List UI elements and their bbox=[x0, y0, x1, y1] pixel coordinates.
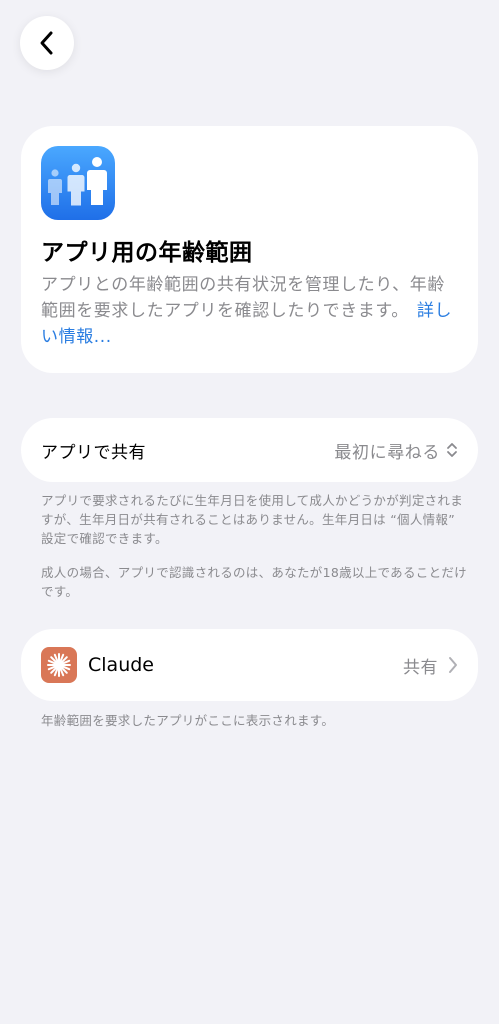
share-with-apps-label: アプリで共有 bbox=[41, 442, 146, 463]
people-icon bbox=[41, 146, 115, 220]
share-setting-selector[interactable]: 最初に尋ねる bbox=[334, 438, 458, 463]
share-with-apps-row[interactable]: アプリで共有 最初に尋ねる bbox=[21, 418, 478, 482]
intro-description-text: アプリとの年齢範囲の共有状況を管理したり、年齢範囲を要求したアプリを確認したりで… bbox=[41, 275, 445, 321]
chevron-right-icon bbox=[448, 656, 458, 674]
apps-footnote: 年齢範囲を要求したアプリがここに表示されます。 bbox=[41, 713, 335, 728]
page-title: アプリ用の年齢範囲 bbox=[41, 240, 253, 266]
app-row-left: Claude bbox=[41, 647, 154, 683]
intro-card: アプリ用の年齢範囲 アプリとの年齢範囲の共有状況を管理したり、年齢範囲を要求した… bbox=[21, 126, 478, 373]
app-share-status: 共有 bbox=[403, 657, 438, 678]
back-button[interactable] bbox=[20, 16, 74, 70]
share-setting-value: 最初に尋ねる bbox=[334, 442, 440, 463]
claude-logo-icon bbox=[41, 647, 77, 683]
share-info-footnote-2: 成人の場合、アプリで認識されるのは、あなたが18歳以上であることだけです。 bbox=[41, 565, 467, 599]
chevron-left-icon bbox=[40, 31, 53, 55]
up-down-chevron-icon bbox=[446, 441, 458, 459]
share-info-footnote-1: アプリで要求されるたびに生年月日を使用して成人かどうかが判定されますが、生年月日… bbox=[41, 493, 464, 546]
app-name: Claude bbox=[88, 654, 154, 676]
app-row-claude[interactable]: Claude 共有 bbox=[21, 629, 478, 701]
intro-description: アプリとの年齢範囲の共有状況を管理したり、年齢範囲を要求したアプリを確認したりで… bbox=[41, 272, 458, 350]
app-row-right: 共有 bbox=[403, 653, 458, 678]
